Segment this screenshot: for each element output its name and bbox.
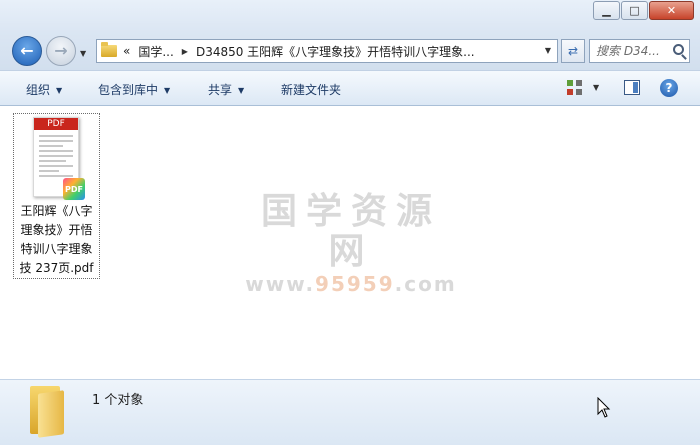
view-options-dropdown[interactable]: ▼: [593, 83, 599, 92]
mouse-cursor-icon: [597, 397, 611, 418]
folder-icon: [101, 42, 117, 57]
chevron-down-icon: ▼: [56, 86, 63, 95]
refresh-icon: ⇄: [567, 44, 579, 58]
search-input[interactable]: [596, 44, 668, 58]
chevron-down-icon: ▼: [164, 86, 171, 95]
new-folder-label: 新建文件夹: [281, 83, 342, 97]
search-box[interactable]: [589, 39, 690, 63]
watermark: 国学资源网 www.95959.com: [241, 191, 461, 297]
breadcrumb-item[interactable]: 国学...: [138, 43, 173, 60]
organize-button[interactable]: 组织 ▼: [26, 81, 62, 98]
pdf-file-icon: PDF PDF: [33, 117, 85, 200]
arrow-left-icon: ←: [20, 41, 34, 60]
close-button[interactable]: ✕: [649, 1, 694, 20]
details-pane: 1 个对象: [0, 379, 700, 445]
pdf-app-badge: PDF: [63, 178, 85, 200]
file-name[interactable]: 王阳辉《八字理象技》开悟特训八字理象技 237页.pdf: [15, 202, 98, 278]
watermark-title: 国学资源网: [260, 191, 441, 272]
preview-pane-button[interactable]: [624, 80, 640, 95]
folder-icon: [30, 386, 70, 438]
new-folder-button[interactable]: 新建文件夹: [281, 81, 341, 98]
search-icon[interactable]: [673, 44, 684, 55]
maximize-icon: □: [629, 4, 640, 17]
command-bar: 组织 ▼ 包含到库中 ▼ 共享 ▼ 新建文件夹 ▼ ?: [0, 70, 700, 106]
view-grid-icon: [567, 80, 573, 86]
change-view-button[interactable]: [567, 80, 583, 96]
chevron-down-icon[interactable]: ▼: [545, 46, 551, 55]
breadcrumb-overflow[interactable]: «: [123, 44, 130, 58]
help-button[interactable]: ?: [660, 79, 678, 97]
maximize-button[interactable]: □: [621, 1, 648, 20]
navigation-bar: ← → ▼ « 国学... ▶ D34850 王阳辉《八字理象技》开悟特训八字理…: [0, 32, 700, 70]
share-button[interactable]: 共享 ▼: [208, 81, 244, 98]
close-icon: ✕: [666, 4, 677, 17]
share-label: 共享: [208, 83, 233, 97]
chevron-down-icon: ▼: [238, 86, 245, 95]
file-item-pdf[interactable]: PDF PDF 王阳辉《八字理象技》开悟特训八字理象技 237页.pdf: [13, 113, 100, 279]
chevron-right-icon[interactable]: ▶: [182, 47, 188, 56]
recent-pages-dropdown[interactable]: ▼: [80, 49, 86, 58]
refresh-button[interactable]: ⇄: [561, 39, 585, 63]
title-bar: ▁ □ ✕: [0, 0, 700, 32]
organize-label: 组织: [26, 83, 51, 97]
address-bar[interactable]: « 国学... ▶ D34850 王阳辉《八字理象技》开悟特训八字理象... ▼: [96, 39, 558, 63]
watermark-url: www.95959.com: [245, 272, 457, 296]
pdf-page-lines: [39, 135, 73, 180]
back-button[interactable]: ←: [12, 36, 42, 66]
forward-button[interactable]: →: [46, 36, 76, 66]
minimize-icon: ▁: [602, 4, 611, 17]
help-icon: ?: [665, 81, 673, 95]
pdf-thumb-label: PDF: [34, 118, 78, 130]
minimize-button[interactable]: ▁: [593, 1, 620, 20]
include-library-button[interactable]: 包含到库中 ▼: [98, 81, 170, 98]
item-count: 1 个对象: [92, 393, 144, 408]
include-library-label: 包含到库中: [98, 83, 159, 97]
breadcrumb-current[interactable]: D34850 王阳辉《八字理象技》开悟特训八字理象...: [196, 43, 475, 60]
file-list[interactable]: PDF PDF 王阳辉《八字理象技》开悟特训八字理象技 237页.pdf 国学资…: [0, 106, 700, 379]
window-controls: ▁ □ ✕: [592, 1, 694, 20]
arrow-right-icon: →: [54, 41, 68, 60]
